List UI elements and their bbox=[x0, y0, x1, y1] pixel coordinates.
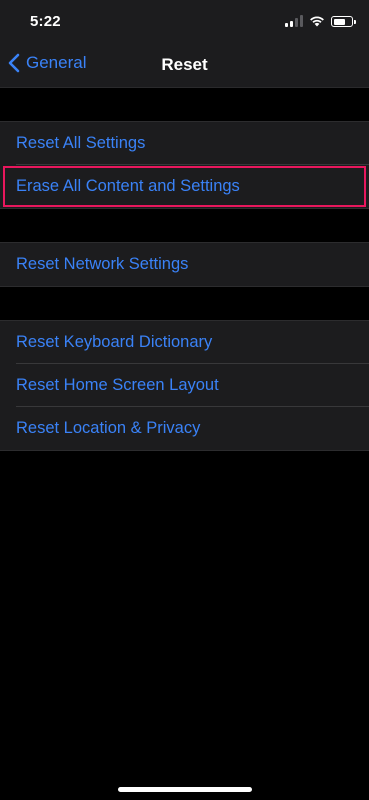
row-label: Reset Keyboard Dictionary bbox=[16, 333, 213, 351]
row-label: Reset Location & Privacy bbox=[16, 419, 201, 437]
reset-home-screen-layout-row[interactable]: Reset Home Screen Layout bbox=[0, 364, 369, 407]
page-title: Reset bbox=[161, 55, 208, 74]
status-time: 5:22 bbox=[30, 13, 61, 30]
home-indicator[interactable] bbox=[117, 787, 252, 792]
status-bar: 5:22 bbox=[0, 0, 369, 44]
reset-network-settings-row[interactable]: Reset Network Settings bbox=[0, 243, 369, 286]
erase-all-content-row[interactable]: Erase All Content and Settings bbox=[2, 165, 367, 208]
battery-icon bbox=[331, 16, 356, 27]
reset-all-settings-row[interactable]: Reset All Settings bbox=[0, 122, 369, 165]
row-label: Reset Network Settings bbox=[16, 255, 189, 273]
reset-keyboard-dictionary-row[interactable]: Reset Keyboard Dictionary bbox=[0, 321, 369, 364]
reset-group-2: Reset Network Settings bbox=[0, 242, 369, 287]
reset-group-3: Reset Keyboard Dictionary Reset Home Scr… bbox=[0, 320, 369, 451]
signal-icon bbox=[285, 15, 303, 27]
navigation-bar: General Reset bbox=[0, 44, 369, 88]
wifi-icon bbox=[310, 16, 324, 27]
reset-location-privacy-row[interactable]: Reset Location & Privacy bbox=[0, 407, 369, 450]
reset-group-1: Reset All Settings Erase All Content and… bbox=[0, 121, 369, 209]
row-label: Reset Home Screen Layout bbox=[16, 376, 219, 394]
row-label: Reset All Settings bbox=[16, 134, 146, 152]
row-label: Erase All Content and Settings bbox=[16, 177, 240, 195]
status-icons bbox=[285, 15, 356, 27]
